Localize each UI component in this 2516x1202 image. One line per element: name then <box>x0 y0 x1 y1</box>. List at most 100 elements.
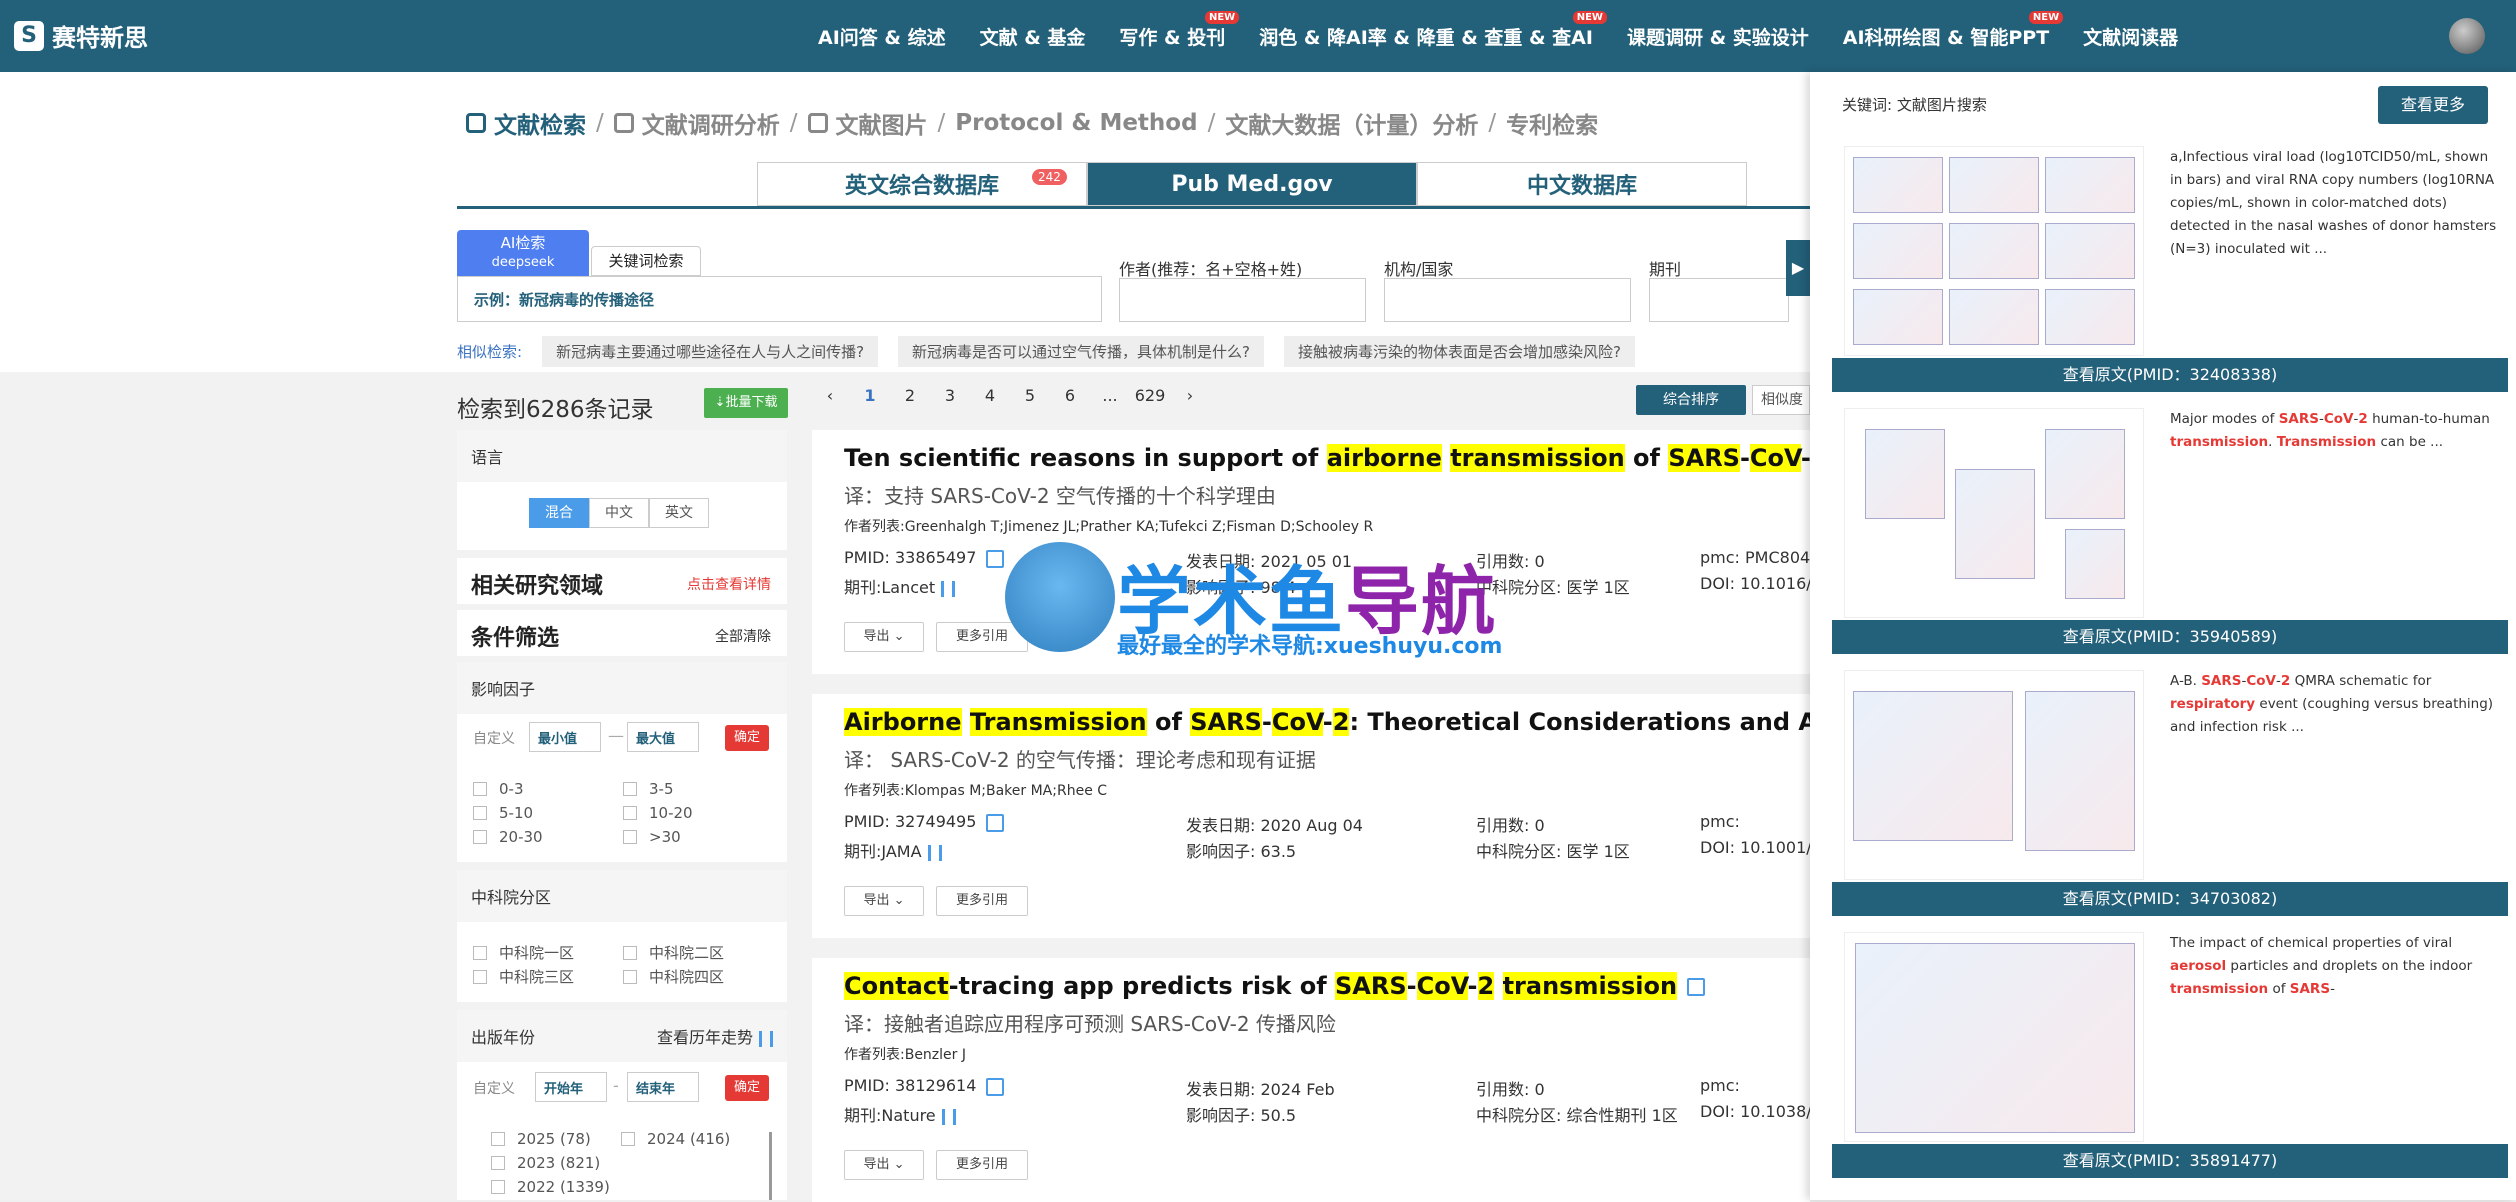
figure-thumbnail[interactable] <box>1844 408 2144 618</box>
page-button[interactable]: 2 <box>890 386 930 405</box>
search-tab[interactable]: 专利检索 <box>1506 106 1598 140</box>
tab-english-database[interactable]: 英文综合数据库 242 <box>757 162 1087 206</box>
copy-icon[interactable] <box>986 813 1005 832</box>
next-page-button[interactable]: › <box>1170 386 1210 405</box>
result-doi[interactable]: DOI: 10.1038/c <box>1700 1102 1820 1121</box>
page-button[interactable]: 3 <box>930 386 970 405</box>
export-button[interactable]: 导出 ⌄ <box>844 886 924 916</box>
keyword-search-tab[interactable]: 关键词检索 <box>591 246 701 276</box>
year-checkbox[interactable]: 2022 (1339) <box>491 1178 610 1196</box>
view-original-button[interactable]: 查看原文(PMID：32408338) <box>1832 358 2508 392</box>
impact-max-input[interactable]: 最大值 <box>627 722 699 752</box>
tab-pubmed[interactable]: Pub Med.gov <box>1087 162 1417 206</box>
cas-zone-checkbox[interactable]: 中科院一区 <box>473 942 574 963</box>
user-avatar[interactable] <box>2449 18 2485 54</box>
language-mixed[interactable]: 混合 <box>529 498 589 528</box>
result-doi[interactable]: DOI: 10.1016/S <box>1700 574 1822 593</box>
result-journal[interactable]: 期刊:Lancet <box>844 574 956 598</box>
page-button[interactable]: 5 <box>1010 386 1050 405</box>
page-button[interactable]: 4 <box>970 386 1010 405</box>
page-button[interactable]: 6 <box>1050 386 1090 405</box>
figure-thumbnail[interactable] <box>1844 146 2144 356</box>
brand-logo[interactable]: S 赛特新思 <box>14 18 148 53</box>
tab-chinese-database[interactable]: 中文数据库 <box>1417 162 1747 206</box>
language-english[interactable]: 英文 <box>649 498 709 528</box>
impact-range-checkbox[interactable]: 3-5 <box>623 780 674 798</box>
sort-similarity-button[interactable]: 相似度 <box>1752 385 1810 415</box>
search-tab[interactable]: Protocol & Method <box>955 110 1197 136</box>
result-pmc[interactable]: pmc: PMC8049 <box>1700 548 1820 567</box>
author-input[interactable] <box>1119 278 1366 322</box>
year-start-input[interactable]: 开始年 <box>535 1072 607 1102</box>
nav-item[interactable]: AI科研绘图 & 智能PPT NEW <box>1843 10 2064 50</box>
impact-range-checkbox[interactable]: 20-30 <box>473 828 543 846</box>
figure-thumbnail[interactable] <box>1844 670 2144 880</box>
impact-confirm-button[interactable]: 确定 <box>725 725 769 751</box>
related-fields-link[interactable]: 点击查看详情 <box>687 574 771 594</box>
year-end-input[interactable]: 结束年 <box>627 1072 699 1102</box>
similar-chip[interactable]: 新冠病毒是否可以通过空气传播，具体机制是什么? <box>898 336 1264 367</box>
cas-zone-checkbox[interactable]: 中科院四区 <box>623 966 724 987</box>
prev-page-button[interactable]: ‹ <box>810 386 850 405</box>
impact-range-checkbox[interactable]: >30 <box>623 828 681 846</box>
nav-item[interactable]: AI问答 & 综述 <box>818 23 946 50</box>
year-checkbox[interactable]: 2024 (416) <box>621 1130 730 1148</box>
result-pmid[interactable]: PMID: 33865497 <box>844 548 1005 568</box>
cas-zone-checkbox[interactable]: 中科院三区 <box>473 966 574 987</box>
copy-icon[interactable] <box>986 1077 1005 1096</box>
result-title[interactable]: Contact-tracing app predicts risk of SAR… <box>844 972 1706 1000</box>
language-chinese[interactable]: 中文 <box>589 498 649 528</box>
result-journal[interactable]: 期刊:Nature <box>844 1102 956 1126</box>
bar-chart-icon[interactable] <box>941 580 956 597</box>
page-button[interactable]: ... <box>1090 386 1130 405</box>
result-journal[interactable]: 期刊:JAMA <box>844 838 942 862</box>
year-trend-link[interactable]: 查看历年走势 <box>657 1024 773 1048</box>
org-input[interactable] <box>1384 278 1631 322</box>
copy-icon[interactable] <box>986 549 1005 568</box>
impact-min-input[interactable]: 最小值 <box>529 722 601 752</box>
search-input[interactable]: 示例：新冠病毒的传播途径 <box>457 276 1102 322</box>
nav-item[interactable]: 文献 & 基金 <box>980 23 1086 50</box>
figure-thumbnail[interactable] <box>1844 932 2144 1142</box>
more-citation-button[interactable]: 更多引用 <box>936 886 1028 916</box>
impact-range-checkbox[interactable]: 10-20 <box>623 804 693 822</box>
search-tab[interactable]: 文献检索 <box>466 106 586 140</box>
view-original-button[interactable]: 查看原文(PMID：35891477) <box>1832 1144 2508 1178</box>
search-tab[interactable]: 文献图片 <box>807 106 928 140</box>
page-button[interactable]: 1 <box>850 386 890 405</box>
view-original-button[interactable]: 查看原文(PMID：34703082) <box>1832 882 2508 916</box>
nav-item[interactable]: 润色 & 降AI率 & 降重 & 查重 & 查AI NEW <box>1259 10 1607 50</box>
journal-input[interactable] <box>1649 278 1789 322</box>
search-tab[interactable]: 文献调研分析 <box>613 106 780 140</box>
view-original-button[interactable]: 查看原文(PMID：35940589) <box>1832 620 2508 654</box>
view-more-button[interactable]: 查看更多 <box>2378 86 2488 124</box>
export-button[interactable]: 导出 ⌄ <box>844 1150 924 1180</box>
year-scrollbar[interactable] <box>769 1132 772 1200</box>
result-pmc[interactable]: pmc: <box>1700 1076 1740 1095</box>
expand-arrow-button[interactable]: ▶ <box>1786 240 1810 296</box>
similar-chip[interactable]: 新冠病毒主要通过哪些途径在人与人之间传播? <box>542 336 879 367</box>
ai-search-tab[interactable]: AI检索 deepseek <box>457 230 589 276</box>
impact-range-checkbox[interactable]: 5-10 <box>473 804 533 822</box>
year-confirm-button[interactable]: 确定 <box>725 1075 769 1101</box>
result-pmc[interactable]: pmc: <box>1700 812 1740 831</box>
similar-chip[interactable]: 接触被病毒污染的物体表面是否会增加感染风险? <box>1284 336 1635 367</box>
nav-item[interactable]: 文献阅读器 <box>2083 23 2178 50</box>
result-pmid[interactable]: PMID: 38129614 <box>844 1076 1005 1096</box>
year-checkbox[interactable]: 2023 (821) <box>491 1154 600 1172</box>
impact-range-checkbox[interactable]: 0-3 <box>473 780 524 798</box>
result-title[interactable]: Ten scientific reasons in support of air… <box>844 444 1856 472</box>
result-doi[interactable]: DOI: 10.1001/j <box>1700 838 1816 857</box>
cas-zone-checkbox[interactable]: 中科院二区 <box>623 942 724 963</box>
bar-chart-icon[interactable] <box>927 844 942 861</box>
clear-all-button[interactable]: 全部清除 <box>715 626 771 646</box>
result-pmid[interactable]: PMID: 32749495 <box>844 812 1005 832</box>
bar-chart-icon[interactable] <box>941 1108 956 1125</box>
year-checkbox[interactable]: 2025 (78) <box>491 1130 591 1148</box>
sort-relevance-button[interactable]: 综合排序 <box>1636 385 1746 415</box>
nav-item[interactable]: 写作 & 投刊 NEW <box>1119 10 1240 50</box>
search-tab[interactable]: 文献大数据（计量）分析 <box>1225 106 1478 140</box>
nav-item[interactable]: 课题调研 & 实验设计 <box>1627 23 1809 50</box>
batch-download-button[interactable]: ⇣批量下载 <box>704 388 788 418</box>
page-button[interactable]: 629 <box>1130 386 1170 405</box>
